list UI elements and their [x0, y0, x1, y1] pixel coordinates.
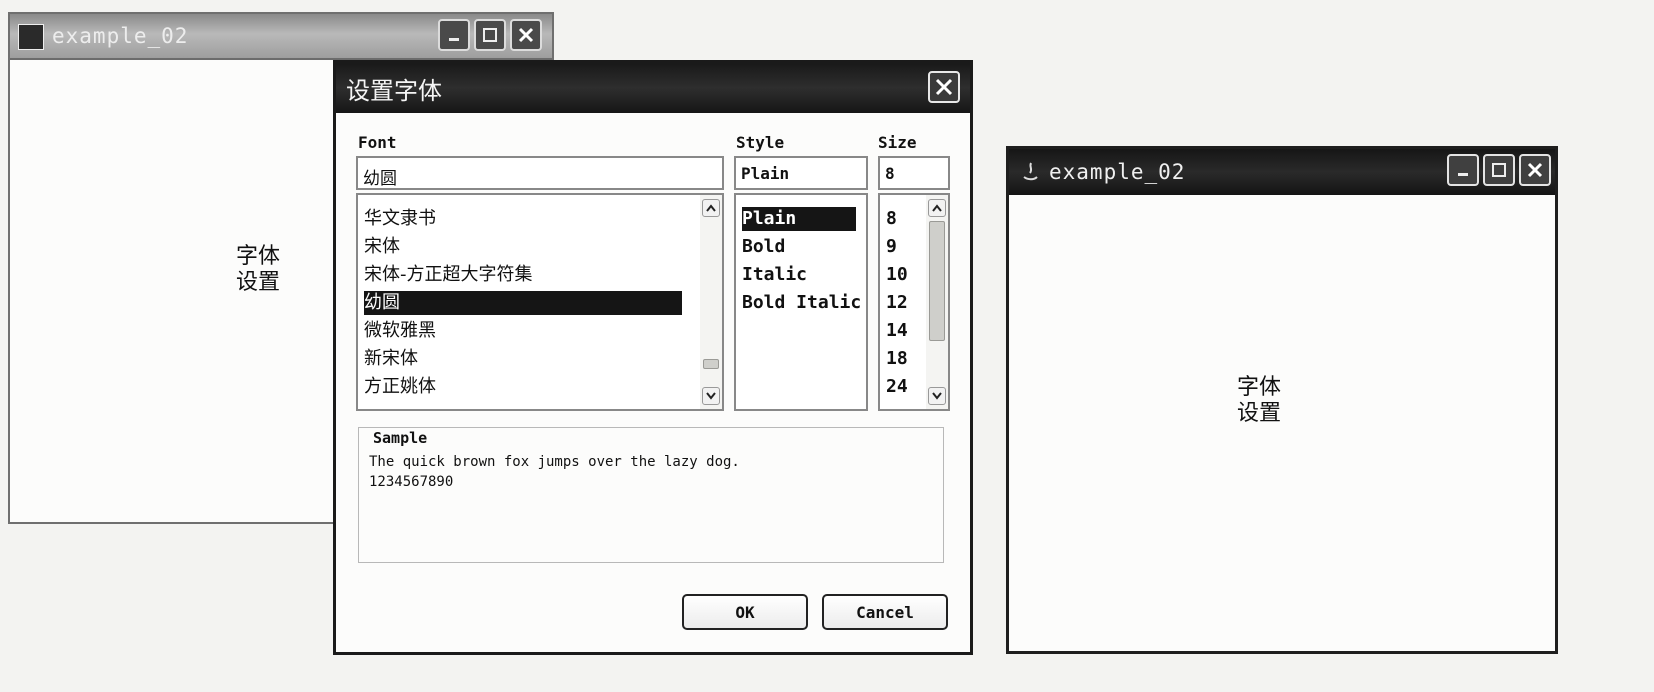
maximize-icon: [483, 28, 497, 42]
close-icon: [935, 78, 953, 96]
chevron-up-icon: [706, 204, 716, 212]
font-dialog: 设置字体 Font Style Size 幼圆 Plain 8 华文隶书 宋体 …: [333, 60, 973, 655]
background-window-titlebar[interactable]: example_02: [10, 14, 552, 60]
label-line-1: 字体: [1237, 375, 1282, 400]
font-dialog-titlebar[interactable]: 设置字体: [336, 63, 970, 113]
font-dialog-title: 设置字体: [346, 76, 442, 105]
label-line-2: 设置: [236, 270, 281, 295]
size-list-item[interactable]: 9: [886, 235, 897, 259]
font-list[interactable]: 华文隶书 宋体 宋体-方正超大字符集 幼圆 微软雅黑 新宋体 方正姚体: [356, 193, 724, 411]
size-list[interactable]: 8 9 10 12 14 18 24: [878, 193, 950, 411]
ok-button[interactable]: OK: [682, 594, 808, 630]
font-list-item[interactable]: 宋体-方正超大字符集: [364, 263, 533, 287]
font-list-item[interactable]: 微软雅黑: [364, 319, 436, 343]
font-list-item[interactable]: 新宋体: [364, 347, 418, 371]
font-list-item[interactable]: 方正姚体: [364, 375, 436, 399]
sample-line-2: 1234567890: [369, 474, 454, 490]
sample-line-1: The quick brown fox jumps over the lazy …: [369, 454, 740, 470]
chevron-down-icon: [706, 392, 716, 400]
minimize-button[interactable]: [1447, 154, 1479, 186]
size-list-item[interactable]: 10: [886, 263, 908, 287]
cancel-button[interactable]: Cancel: [822, 594, 948, 630]
maximize-button[interactable]: [474, 19, 506, 51]
size-list-item[interactable]: 12: [886, 291, 908, 315]
close-icon: [1527, 162, 1543, 178]
result-window-title: example_02: [1049, 160, 1186, 184]
font-list-item-selected[interactable]: 幼圆: [364, 291, 682, 315]
size-list-scrollbar[interactable]: [926, 195, 948, 409]
background-window-title: example_02: [52, 24, 189, 48]
font-setting-label: 字体 设置: [1237, 375, 1281, 427]
close-button[interactable]: [1519, 154, 1551, 186]
scroll-up-button[interactable]: [928, 199, 946, 217]
style-list-item-selected[interactable]: Plain: [742, 207, 856, 231]
chevron-up-icon: [932, 204, 942, 212]
font-list-item[interactable]: 宋体: [364, 235, 400, 259]
sample-label: Sample: [373, 429, 428, 447]
font-list-scrollbar[interactable]: [700, 195, 722, 409]
scroll-up-button[interactable]: [702, 199, 720, 217]
close-icon: [518, 27, 534, 43]
sample-panel: Sample The quick brown fox jumps over th…: [358, 427, 944, 563]
style-label: Style: [736, 133, 785, 152]
font-name-field[interactable]: 幼圆: [356, 156, 724, 190]
close-button[interactable]: [510, 19, 542, 51]
style-list-item[interactable]: Bold: [742, 235, 785, 259]
minimize-icon: [449, 38, 459, 41]
dialog-close-button[interactable]: [928, 71, 960, 103]
maximize-button[interactable]: [1483, 154, 1515, 186]
label-line-2: 设置: [1237, 401, 1282, 426]
style-list-item[interactable]: Bold Italic: [742, 291, 861, 315]
size-list-scroll-thumb[interactable]: [929, 221, 945, 341]
chevron-down-icon: [932, 392, 942, 400]
size-label: Size: [878, 133, 917, 152]
result-window-titlebar[interactable]: example_02: [1009, 149, 1555, 195]
java-app-icon: [18, 24, 44, 50]
size-field[interactable]: 8: [878, 156, 950, 190]
scroll-down-button[interactable]: [928, 387, 946, 405]
minimize-icon: [1458, 173, 1468, 176]
result-window: example_02 字体 设置: [1006, 146, 1558, 654]
style-list[interactable]: Plain Bold Italic Bold Italic: [734, 193, 868, 411]
style-list-item[interactable]: Italic: [742, 263, 807, 287]
size-list-item[interactable]: 24: [886, 375, 908, 399]
scroll-down-button[interactable]: [702, 387, 720, 405]
font-list-scroll-thumb[interactable]: [703, 359, 719, 369]
style-field[interactable]: Plain: [734, 156, 868, 190]
font-list-item[interactable]: 华文隶书: [364, 207, 436, 231]
maximize-icon: [1492, 163, 1506, 177]
size-list-item[interactable]: 18: [886, 347, 908, 371]
font-setting-label: 字体 设置: [236, 244, 280, 296]
minimize-button[interactable]: [438, 19, 470, 51]
java-app-icon: [1019, 161, 1041, 187]
label-line-1: 字体: [236, 244, 281, 269]
size-list-item[interactable]: 14: [886, 319, 908, 343]
font-label: Font: [358, 133, 397, 152]
size-list-item[interactable]: 8: [886, 207, 897, 231]
